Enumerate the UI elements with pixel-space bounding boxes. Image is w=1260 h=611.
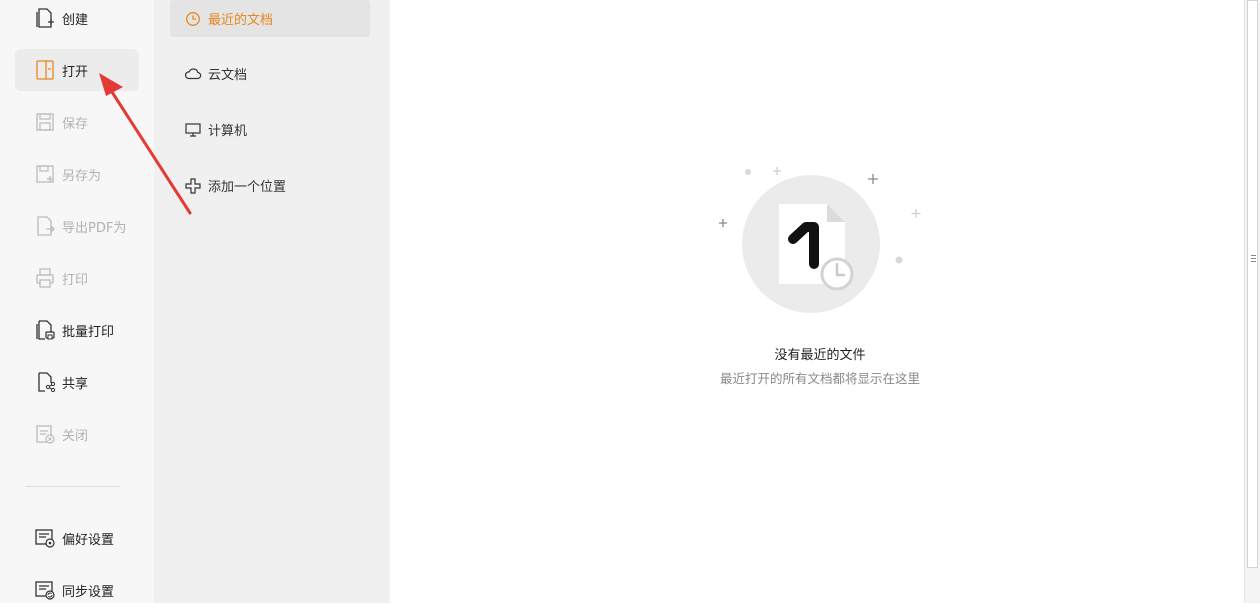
- empty-recent-illustration: [719, 167, 921, 313]
- batch-print-icon: [33, 318, 57, 342]
- left-nav: 创建 打开 保存 另存为 导出PDF为 打印 批量打印 共享 关闭 偏好设置 同…: [0, 0, 154, 603]
- add-location-icon: [184, 177, 202, 195]
- export-pdf-icon: [33, 214, 57, 238]
- nav-item-create[interactable]: 创建: [15, 0, 139, 39]
- share-icon: [33, 370, 57, 394]
- nav-item-label: 保存: [62, 116, 89, 132]
- subnav-item-label: 云文档: [208, 68, 248, 83]
- nav-item-label: 同步设置: [62, 584, 115, 600]
- subnav-item-label: 最近的文档: [208, 13, 274, 28]
- location-panel: 最近的文档 云文档 计算机 添加一个位置: [154, 0, 390, 603]
- nav-item-label: 共享: [62, 376, 89, 392]
- cloud-icon: [184, 65, 202, 83]
- nav-item-open[interactable]: 打开: [15, 49, 139, 91]
- vertical-scrollbar[interactable]: [1244, 0, 1260, 603]
- new-document-icon: [33, 6, 57, 30]
- empty-state-subtitle: 最近打开的所有文档都将显示在这里: [719, 371, 920, 386]
- clock-icon: [184, 10, 202, 28]
- preferences-icon: [33, 526, 57, 550]
- nav-item-export-pdf[interactable]: 导出PDF为: [15, 205, 139, 247]
- save-icon: [33, 110, 57, 134]
- nav-item-batch-print[interactable]: 批量打印: [15, 309, 139, 351]
- nav-item-label: 导出PDF为: [62, 220, 127, 236]
- nav-item-label: 偏好设置: [62, 532, 115, 548]
- scrollbar-thumb[interactable]: [1247, 0, 1258, 568]
- subnav-item-label: 添加一个位置: [208, 180, 287, 195]
- nav-item-close[interactable]: 关闭: [15, 413, 139, 455]
- nav-item-print[interactable]: 打印: [15, 257, 139, 299]
- subnav-item-label: 计算机: [208, 124, 248, 139]
- sync-settings-icon: [33, 578, 57, 602]
- recent-documents-area: 没有最近的文件 最近打开的所有文档都将显示在这里: [390, 0, 1244, 603]
- nav-item-label: 创建: [62, 12, 89, 28]
- nav-item-preferences[interactable]: 偏好设置: [15, 517, 139, 559]
- subnav-item-add-location[interactable]: 添加一个位置: [170, 167, 370, 204]
- nav-item-label: 打印: [62, 272, 89, 288]
- subnav-item-cloud[interactable]: 云文档: [170, 55, 370, 92]
- nav-item-save[interactable]: 保存: [15, 101, 139, 143]
- grip-icon: [1251, 255, 1256, 264]
- nav-item-share[interactable]: 共享: [15, 361, 139, 403]
- nav-divider: [25, 486, 120, 487]
- empty-state-title: 没有最近的文件: [774, 348, 866, 363]
- nav-item-label: 关闭: [62, 428, 89, 444]
- print-icon: [33, 266, 57, 290]
- nav-item-save-as[interactable]: 另存为: [15, 153, 139, 195]
- nav-item-sync-settings[interactable]: 同步设置: [15, 569, 139, 611]
- subnav-item-computer[interactable]: 计算机: [170, 111, 370, 148]
- subnav-item-recent[interactable]: 最近的文档: [170, 0, 370, 37]
- close-document-icon: [33, 422, 57, 446]
- open-folder-icon: [33, 58, 57, 82]
- nav-item-label: 打开: [62, 64, 89, 80]
- nav-item-label: 另存为: [62, 168, 102, 184]
- save-as-icon: [33, 162, 57, 186]
- nav-item-label: 批量打印: [62, 324, 115, 340]
- computer-icon: [184, 121, 202, 139]
